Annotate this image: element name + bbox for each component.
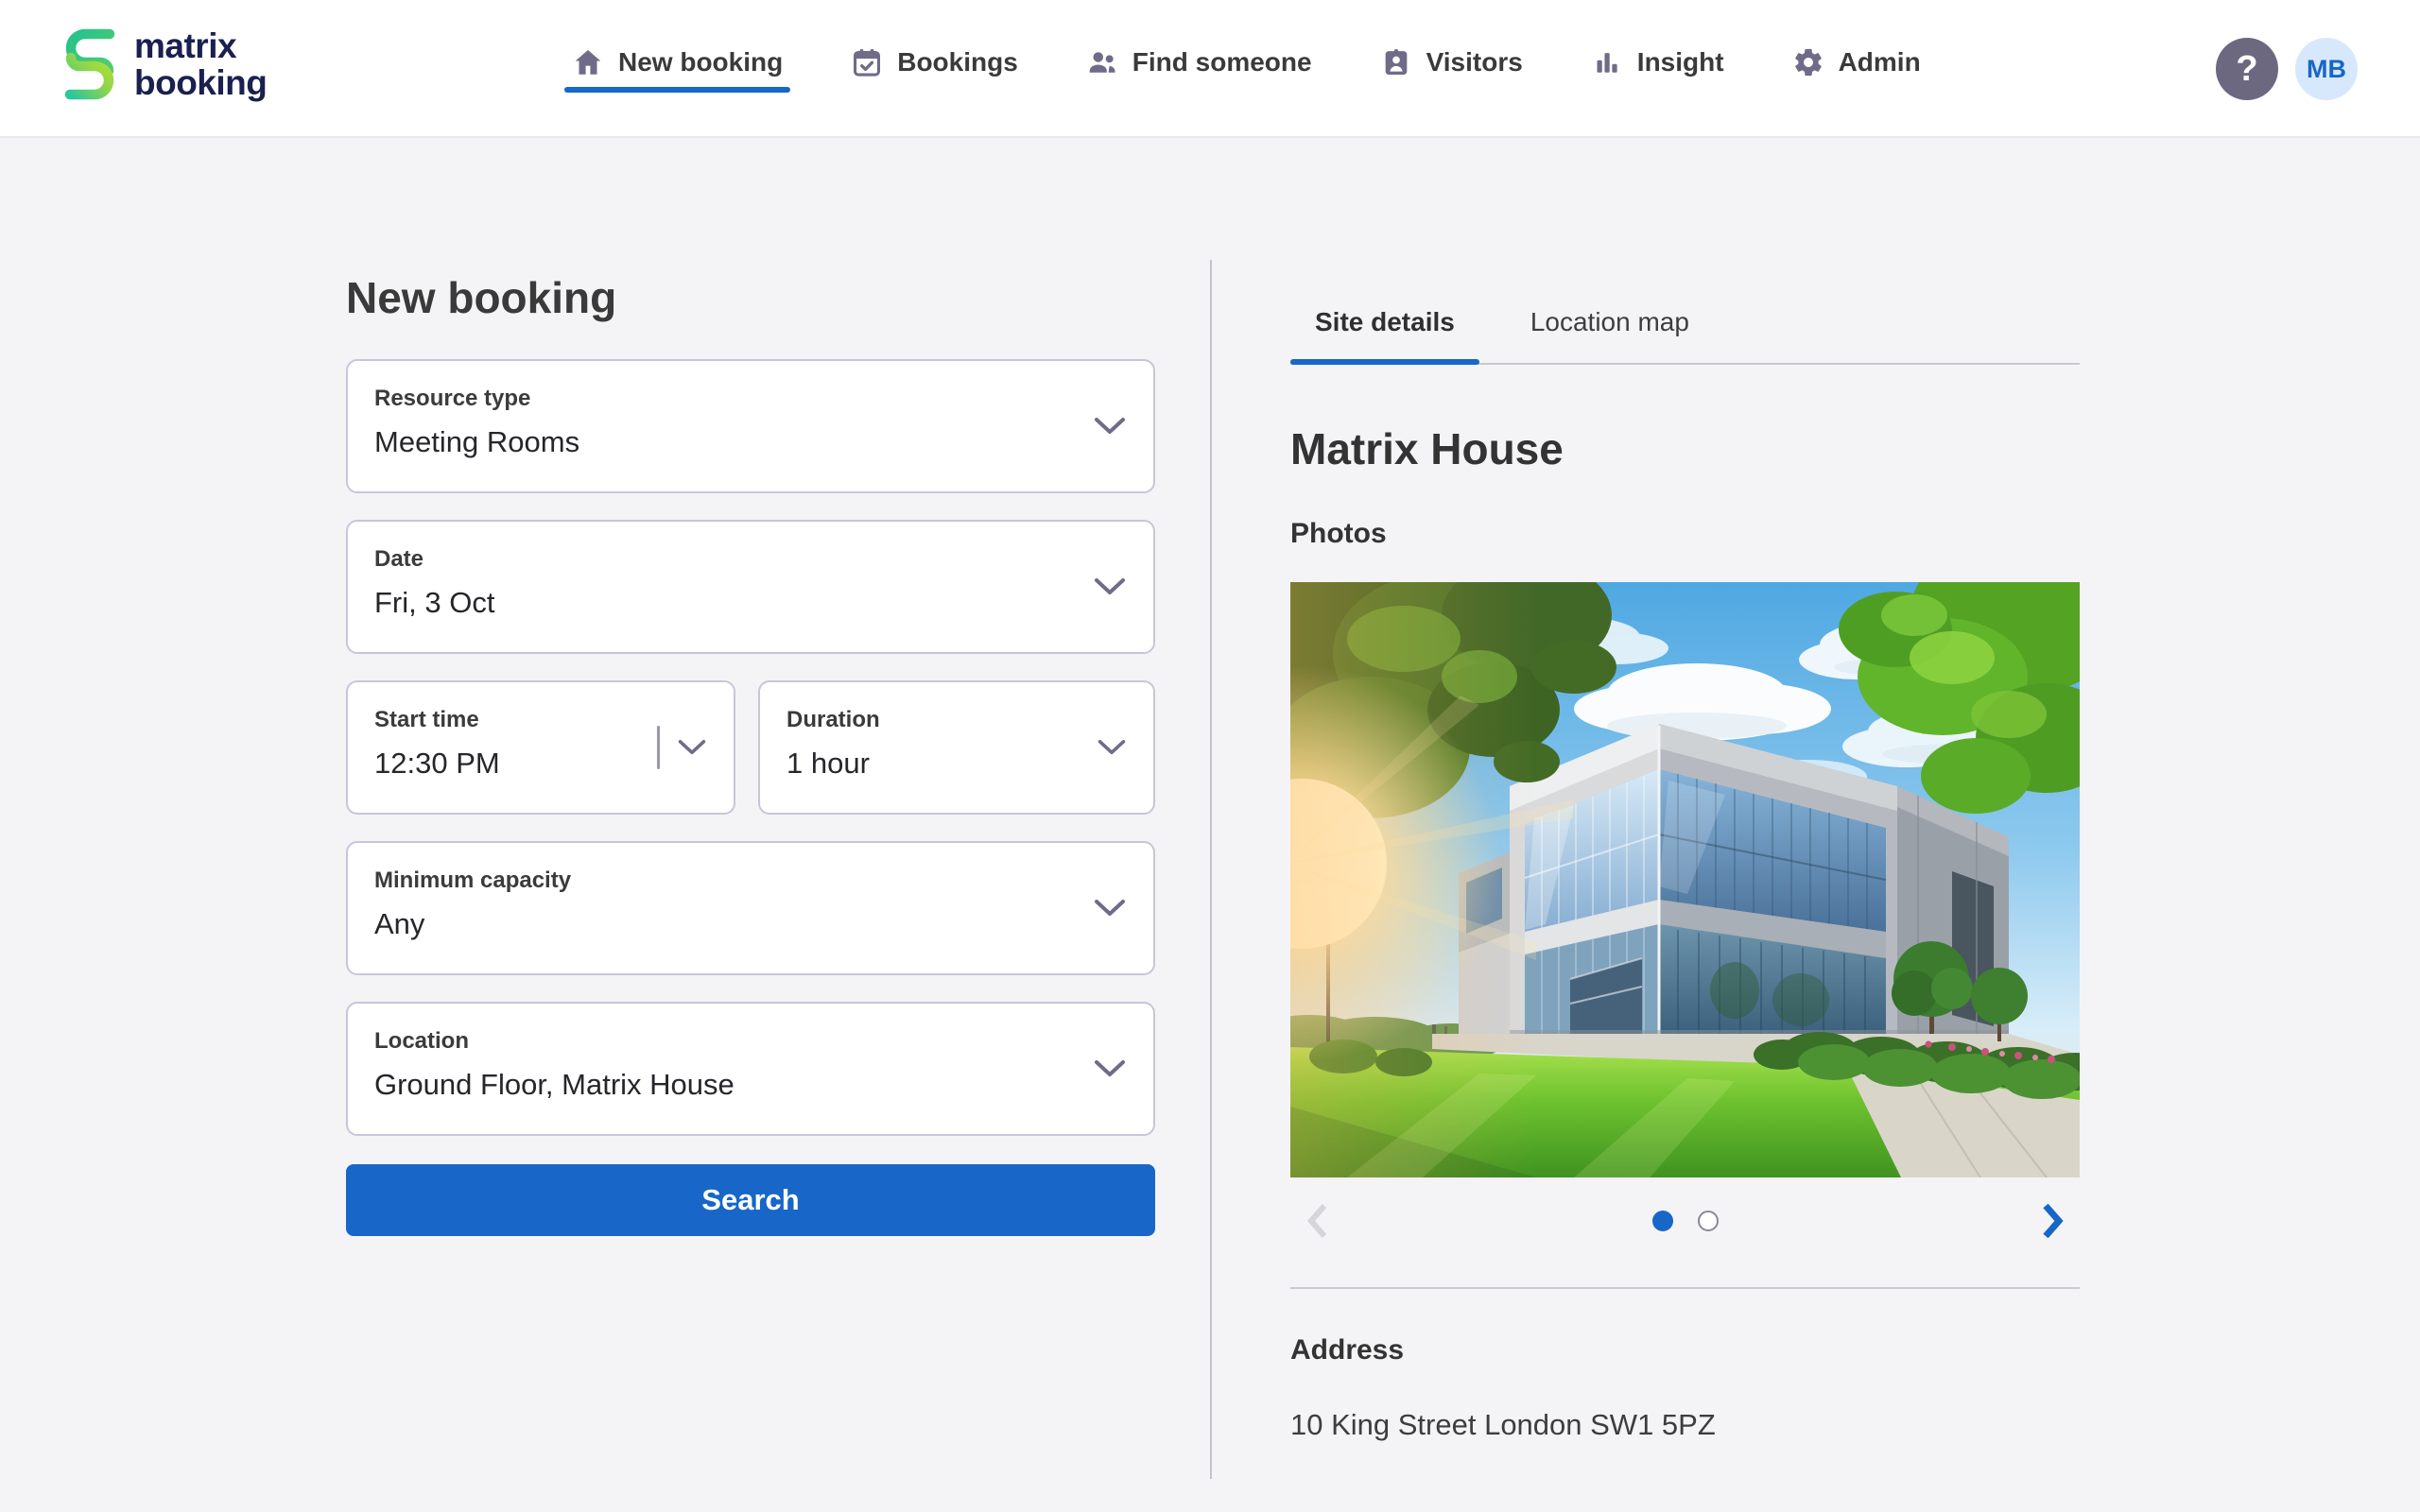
- brand-name: matrix booking: [134, 27, 267, 101]
- home-icon: [572, 46, 604, 78]
- carousel-next-button[interactable]: [2040, 1202, 2065, 1240]
- field-label: Date: [374, 546, 1063, 573]
- field-label: Start time: [374, 707, 643, 733]
- brand-logo-icon: [60, 25, 119, 104]
- nav-item-new-booking[interactable]: New booking: [572, 0, 783, 138]
- field-value: Ground Floor, Matrix House: [374, 1068, 1063, 1102]
- minimum-capacity-select[interactable]: Minimum capacity Any: [346, 841, 1155, 975]
- chevron-left-icon: [1305, 1202, 1330, 1240]
- photos-heading: Photos: [1290, 518, 2080, 550]
- nav-item-bookings[interactable]: Bookings: [851, 0, 1018, 138]
- site-details-panel: Site details Location map Matrix House P…: [1290, 282, 2080, 1442]
- chevron-down-icon: [1093, 898, 1127, 919]
- people-icon: [1086, 46, 1118, 78]
- nav-item-insight[interactable]: Insight: [1591, 0, 1724, 138]
- badge-icon: [1380, 46, 1412, 78]
- field-value: 1 hour: [786, 747, 1063, 781]
- field-value: 12:30 PM: [374, 747, 643, 781]
- time-duration-row: Start time 12:30 PM Duration 1 hour: [346, 680, 1155, 841]
- field-label: Location: [374, 1028, 1063, 1055]
- carousel-dot[interactable]: [1652, 1211, 1673, 1231]
- duration-select[interactable]: Duration 1 hour: [758, 680, 1155, 815]
- chevron-down-icon: [1093, 416, 1127, 437]
- field-value: Meeting Rooms: [374, 425, 1063, 459]
- nav-label: New booking: [618, 47, 783, 77]
- site-tabs: Site details Location map: [1290, 282, 2080, 365]
- chevron-down-icon: [1093, 1058, 1127, 1079]
- nav-label: Visitors: [1426, 47, 1523, 77]
- resource-type-select[interactable]: Resource type Meeting Rooms: [346, 359, 1155, 493]
- tab-location-map[interactable]: Location map: [1506, 282, 1714, 363]
- tab-site-details[interactable]: Site details: [1290, 282, 1479, 363]
- field-label: Resource type: [374, 386, 1063, 412]
- brand-line1: matrix: [134, 27, 267, 64]
- nav-item-admin[interactable]: Admin: [1792, 0, 1921, 138]
- avatar[interactable]: MB: [2295, 38, 2358, 100]
- page-title: New booking: [346, 272, 1155, 323]
- field-label: Minimum capacity: [374, 868, 1063, 894]
- address-heading: Address: [1290, 1334, 2080, 1366]
- field-value: Any: [374, 907, 1063, 941]
- search-button[interactable]: Search: [346, 1164, 1155, 1236]
- header-actions: ? MB: [2216, 38, 2358, 100]
- chevron-down-icon: [677, 738, 707, 757]
- date-select[interactable]: Date Fri, 3 Oct: [346, 520, 1155, 654]
- nav-label: Insight: [1637, 47, 1724, 77]
- main-nav: New booking Bookings: [572, 0, 1921, 138]
- nav-label: Bookings: [897, 47, 1018, 77]
- field-label: Duration: [786, 707, 1063, 733]
- nav-label: Admin: [1839, 47, 1921, 77]
- calendar-check-icon: [851, 46, 883, 78]
- text-cursor: [657, 726, 660, 769]
- chevron-down-icon: [1097, 738, 1127, 757]
- vertical-divider: [1210, 260, 1212, 1479]
- brand-logo[interactable]: matrix booking: [60, 25, 267, 104]
- nav-item-visitors[interactable]: Visitors: [1380, 0, 1523, 138]
- chevron-down-icon: [1093, 576, 1127, 597]
- help-button[interactable]: ?: [2216, 38, 2278, 100]
- carousel-dots: [1652, 1211, 1719, 1231]
- site-title: Matrix House: [1290, 423, 2080, 474]
- site-photo: [1290, 582, 2080, 1177]
- gear-icon: [1792, 46, 1824, 78]
- address-text: 10 King Street London SW1 5PZ: [1290, 1408, 2080, 1442]
- section-divider: [1290, 1287, 2080, 1289]
- new-booking-panel: New booking Resource type Meeting Rooms …: [346, 272, 1155, 1236]
- field-value: Fri, 3 Oct: [374, 586, 1063, 620]
- start-time-input[interactable]: Start time 12:30 PM: [346, 680, 735, 815]
- question-mark-icon: ?: [2236, 49, 2257, 90]
- location-select[interactable]: Location Ground Floor, Matrix House: [346, 1002, 1155, 1136]
- nav-item-find-someone[interactable]: Find someone: [1086, 0, 1312, 138]
- nav-label: Find someone: [1132, 47, 1312, 77]
- building-photo-illustration: [1290, 582, 2080, 1177]
- photo-carousel: [1290, 1191, 2080, 1251]
- carousel-prev-button[interactable]: [1305, 1202, 1330, 1240]
- chevron-right-icon: [2040, 1202, 2065, 1240]
- brand-line2: booking: [134, 64, 267, 101]
- header: matrix booking New booking Bookings: [0, 0, 2420, 138]
- carousel-dot[interactable]: [1698, 1211, 1719, 1231]
- bar-chart-icon: [1591, 46, 1623, 78]
